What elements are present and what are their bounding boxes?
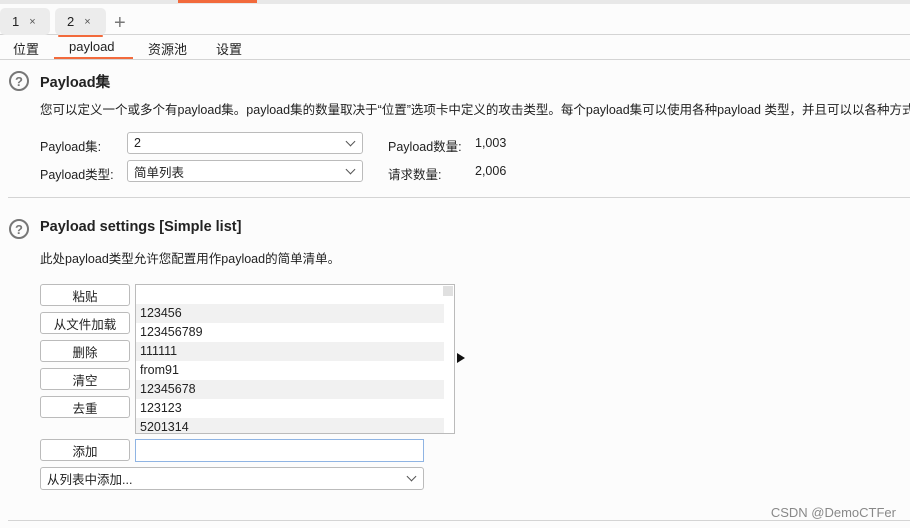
selected-value: 2 — [134, 136, 141, 150]
list-item[interactable]: 123456 — [136, 304, 444, 323]
watermark: CSDN @DemoCTFer — [770, 505, 896, 520]
list-item[interactable] — [136, 285, 444, 304]
chevron-down-icon — [345, 136, 356, 147]
expand-arrow-icon[interactable] — [457, 353, 465, 363]
section-title: Payload集 — [40, 75, 111, 91]
tab-payload[interactable]: payload — [69, 39, 115, 54]
payload-set-select[interactable]: 2 — [127, 132, 363, 154]
tab-resource-pool[interactable]: 资源池 — [148, 39, 187, 58]
remove-button[interactable]: 删除 — [40, 340, 130, 362]
list-item[interactable]: 12345678 — [136, 380, 444, 399]
tab-bar: 1 × 2 × + — [0, 4, 910, 37]
help-icon[interactable]: ? — [9, 219, 29, 239]
close-icon[interactable]: × — [84, 16, 90, 28]
payload-type-label: Payload类型: — [40, 168, 114, 182]
divider — [8, 197, 910, 198]
tab-1[interactable]: 1 × — [0, 8, 50, 35]
add-payload-input[interactable] — [135, 439, 424, 462]
selected-value: 简单列表 — [134, 165, 185, 180]
help-icon[interactable]: ? — [9, 71, 29, 91]
payload-list[interactable]: 123456 123456789 111111 from91 12345678 … — [135, 284, 455, 434]
sub-tabs: 位置 payload 资源池 设置 — [0, 35, 910, 60]
chevron-down-icon — [406, 471, 417, 482]
tab-label: 1 — [12, 14, 20, 29]
tab-settings[interactable]: 设置 — [216, 39, 242, 58]
load-from-file-button[interactable]: 从文件加载 — [40, 312, 130, 334]
list-item[interactable]: 5201314 — [136, 418, 444, 433]
section-title: Payload settings [Simple list] — [40, 219, 242, 235]
close-icon[interactable]: × — [29, 16, 35, 28]
payload-set-label: Payload集: — [40, 140, 102, 154]
divider — [8, 520, 910, 521]
scrollbar-thumb[interactable] — [443, 286, 453, 296]
list-item[interactable]: 123123 — [136, 399, 444, 418]
list-item[interactable]: from91 — [136, 361, 444, 380]
add-tab-button[interactable]: + — [114, 12, 126, 35]
payload-count-value: 1,003 — [475, 136, 507, 150]
request-count-label: 请求数量: — [388, 168, 442, 182]
deduplicate-button[interactable]: 去重 — [40, 396, 130, 418]
active-top-tab-indicator — [178, 0, 257, 3]
request-count-value: 2,006 — [475, 164, 507, 178]
add-from-list-select[interactable]: 从列表中添加... — [40, 467, 424, 490]
tab-positions[interactable]: 位置 — [13, 39, 39, 58]
list-item[interactable]: 111111 — [136, 342, 444, 361]
list-item[interactable]: 123456789 — [136, 323, 444, 342]
tab-2[interactable]: 2 × — [55, 8, 106, 37]
chevron-down-icon — [345, 164, 356, 175]
paste-button[interactable]: 粘贴 — [40, 284, 130, 306]
section-description: 此处payload类型允许您配置用作payload的简单清单。 — [40, 252, 341, 266]
section-description: 您可以定义一个或多个有payload集。payload集的数量取决于“位置”选项… — [40, 103, 910, 117]
active-subtab-underline — [54, 57, 133, 59]
tab-label: 2 — [67, 14, 75, 29]
add-button[interactable]: 添加 — [40, 439, 130, 461]
payload-count-label: Payload数量: — [388, 140, 462, 154]
clear-button[interactable]: 清空 — [40, 368, 130, 390]
payload-type-select[interactable]: 简单列表 — [127, 160, 363, 182]
selected-value: 从列表中添加... — [47, 473, 133, 487]
